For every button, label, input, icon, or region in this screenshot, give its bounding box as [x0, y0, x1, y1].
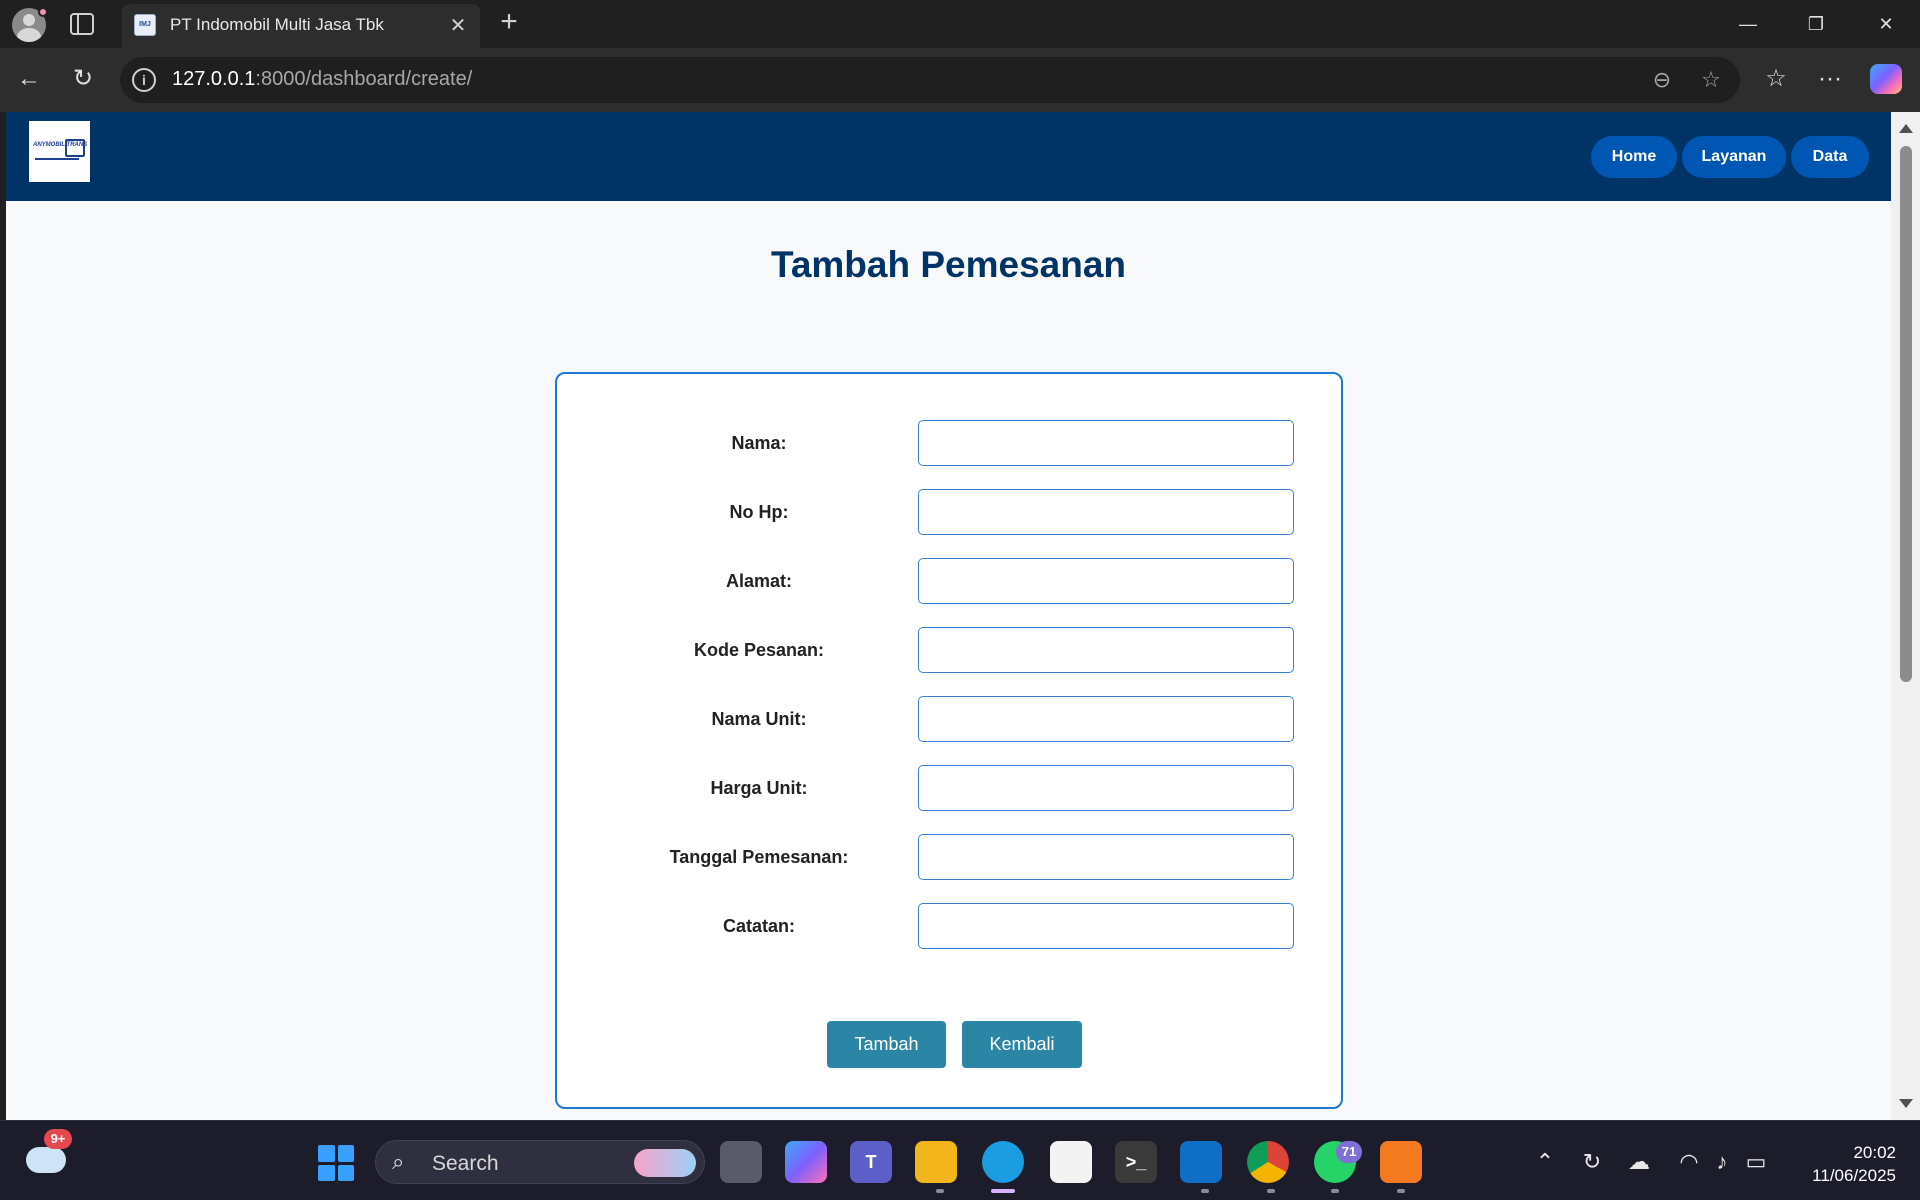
taskbar-clock[interactable]: 20:02 11/06/2025	[1786, 1141, 1896, 1187]
form-row-alamat: Alamat:	[557, 558, 1341, 604]
alamat-label: Alamat:	[725, 571, 792, 591]
nama-input[interactable]	[918, 420, 1294, 466]
tab-actions-icon[interactable]	[70, 13, 94, 35]
weather-badge: 9+	[44, 1129, 72, 1149]
terminal-icon[interactable]: >_	[1115, 1141, 1157, 1183]
form-row-catatan: Catatan:	[557, 903, 1341, 949]
search-label: Search	[432, 1152, 499, 1175]
scroll-thumb[interactable]	[1900, 146, 1912, 682]
page-scrollbar[interactable]	[1891, 112, 1920, 1120]
form-row-kode-pesanan: Kode Pesanan:	[557, 627, 1341, 673]
url-host: 127.0.0.1	[172, 68, 256, 90]
catatan-label: Catatan:	[722, 916, 795, 936]
favorites-list-icon[interactable]: ☆	[1760, 63, 1792, 95]
browser-toolbar: ← ↻ i 127.0.0.1:8000/dashboard/create/ ⊖…	[0, 48, 1920, 112]
alamat-input[interactable]	[918, 558, 1294, 604]
site-navbar: ANYMOBIL TRANS Home Layanan Data	[6, 112, 1891, 201]
nav-home-button[interactable]: Home	[1591, 136, 1677, 178]
form-row-no-hp: No Hp:	[557, 489, 1341, 535]
taskbar-search[interactable]: ⌕ Search	[375, 1140, 705, 1184]
restore-icon[interactable]: ❐	[1792, 6, 1840, 42]
form-row-tanggal-pemesanan: Tanggal Pemesanan:	[557, 834, 1341, 880]
page-viewport: ANYMOBIL TRANS Home Layanan Data Tambah …	[6, 112, 1891, 1120]
catatan-input[interactable]	[918, 903, 1294, 949]
xampp-running-indicator	[1397, 1189, 1405, 1193]
refresh-icon[interactable]: ↻	[66, 62, 100, 96]
windows-taskbar: 9+ ⌕ Search T >_ 71 ⌃ ↻ ☁ ◠ ♪ ▭ 20:02 11…	[0, 1120, 1920, 1200]
new-tab-icon[interactable]: +	[494, 7, 524, 38]
site-logo[interactable]: ANYMOBIL TRANS	[29, 121, 90, 182]
whatsapp-running-indicator	[1331, 1189, 1339, 1193]
nama-unit-label: Nama Unit:	[711, 709, 807, 729]
zoom-out-icon[interactable]: ⊖	[1648, 66, 1676, 94]
harga-unit-label: Harga Unit:	[710, 778, 808, 798]
whatsapp-badge: 71	[1336, 1141, 1362, 1163]
explorer-running-indicator	[936, 1189, 944, 1193]
nama-label: Nama:	[731, 433, 787, 453]
wifi-icon[interactable]: ◠	[1674, 1147, 1704, 1177]
more-options-icon[interactable]: ···	[1814, 63, 1846, 95]
teams-icon[interactable]: T	[850, 1141, 892, 1183]
harga-unit-input[interactable]	[918, 765, 1294, 811]
browser-tab-active[interactable]: IMJ PT Indomobil Multi Jasa Tbk ✕	[122, 4, 480, 48]
search-icon: ⌕	[392, 1149, 405, 1174]
chrome-running-indicator	[1267, 1189, 1275, 1193]
search-highlight-art	[634, 1149, 696, 1177]
weather-widget-icon[interactable]	[26, 1147, 66, 1173]
battery-icon[interactable]: ▭	[1741, 1147, 1771, 1177]
order-form: Nama: No Hp: Alamat: Kode Pesanan: Nama …	[555, 372, 1343, 1109]
copilot-icon[interactable]	[1870, 64, 1902, 94]
logo-underline	[35, 158, 79, 160]
site-info-icon[interactable]: i	[132, 68, 156, 92]
tambah-button[interactable]: Tambah	[827, 1021, 946, 1068]
nav-data-button[interactable]: Data	[1791, 136, 1869, 178]
copilot-app-icon[interactable]	[785, 1141, 827, 1183]
clock-time: 20:02	[1853, 1143, 1896, 1162]
form-row-harga-unit: Harga Unit:	[557, 765, 1341, 811]
favorite-star-icon[interactable]: ☆	[1697, 66, 1725, 94]
profile-notification-dot	[38, 7, 48, 17]
chrome-icon[interactable]	[1247, 1141, 1289, 1183]
tanggal-pemesanan-input[interactable]	[918, 834, 1294, 880]
kembali-button[interactable]: Kembali	[962, 1021, 1082, 1068]
tab-title: PT Indomobil Multi Jasa Tbk	[170, 15, 384, 34]
truck-icon	[65, 139, 85, 157]
no-hp-label: No Hp:	[729, 502, 789, 522]
file-explorer-icon[interactable]	[915, 1141, 957, 1183]
vscode-running-indicator	[1201, 1189, 1209, 1193]
nav-layanan-button[interactable]: Layanan	[1682, 136, 1786, 178]
minimize-icon[interactable]: —	[1724, 6, 1772, 42]
sync-icon[interactable]: ↻	[1577, 1147, 1607, 1177]
browser-tab-bar: IMJ PT Indomobil Multi Jasa Tbk ✕ + — ❐ …	[0, 0, 1920, 48]
onedrive-cloud-icon[interactable]: ☁	[1624, 1147, 1654, 1177]
task-view-icon[interactable]	[720, 1141, 762, 1183]
nama-unit-input[interactable]	[918, 696, 1294, 742]
no-hp-input[interactable]	[918, 489, 1294, 535]
tray-overflow-chevron-icon[interactable]: ⌃	[1530, 1147, 1560, 1177]
tanggal-pemesanan-label: Tanggal Pemesanan:	[669, 847, 849, 867]
site-favicon-icon: IMJ	[134, 14, 156, 36]
clock-date: 11/06/2025	[1812, 1166, 1896, 1185]
start-windows-icon[interactable]	[318, 1145, 354, 1181]
tab-close-icon[interactable]: ✕	[446, 14, 470, 38]
url-path: :8000/dashboard/create/	[255, 68, 473, 90]
back-arrow-icon[interactable]: ←	[12, 62, 46, 96]
address-bar[interactable]: i 127.0.0.1:8000/dashboard/create/ ⊖ ☆	[120, 57, 1740, 103]
page-title: Tambah Pemesanan	[770, 244, 1127, 285]
xampp-icon[interactable]	[1380, 1141, 1422, 1183]
window-close-icon[interactable]: ✕	[1862, 6, 1910, 42]
scroll-down-arrow-icon[interactable]	[1899, 1099, 1913, 1108]
kode-pesanan-input[interactable]	[918, 627, 1294, 673]
url-text[interactable]: 127.0.0.1:8000/dashboard/create/	[172, 68, 472, 91]
microsoft-store-icon[interactable]	[1050, 1141, 1092, 1183]
edge-active-indicator	[991, 1189, 1015, 1193]
volume-icon[interactable]: ♪	[1707, 1147, 1737, 1177]
form-row-nama: Nama:	[557, 420, 1341, 466]
kode-pesanan-label: Kode Pesanan:	[693, 640, 825, 660]
edge-browser-icon[interactable]	[982, 1141, 1024, 1183]
vscode-icon[interactable]	[1180, 1141, 1222, 1183]
form-row-nama-unit: Nama Unit:	[557, 696, 1341, 742]
scroll-up-arrow-icon[interactable]	[1899, 124, 1913, 133]
